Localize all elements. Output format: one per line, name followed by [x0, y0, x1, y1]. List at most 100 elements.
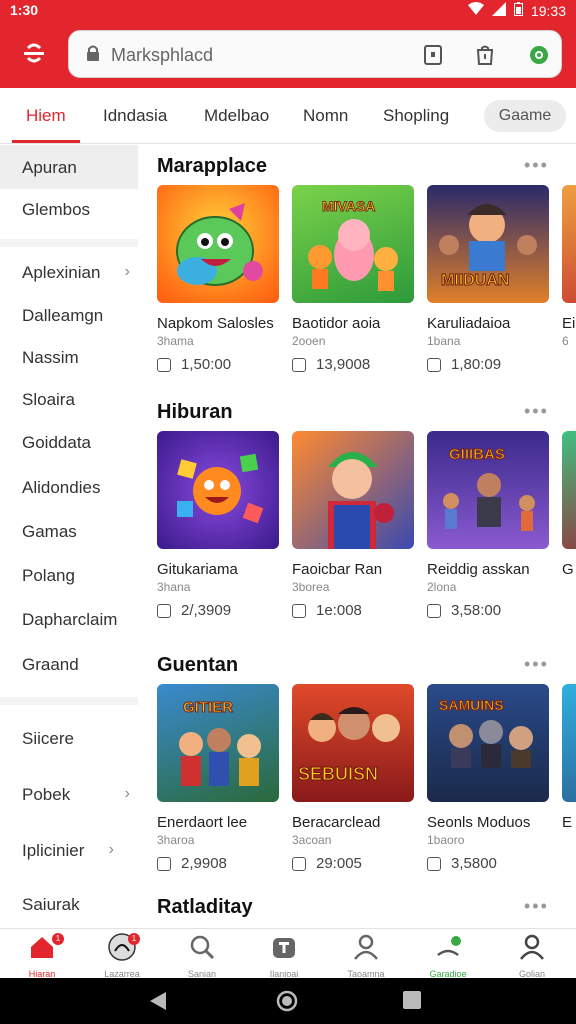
sidebar-item-apuran[interactable]: Apuran: [22, 158, 77, 178]
settings-gear-icon[interactable]: [527, 43, 551, 67]
more-dots-icon[interactable]: •••: [524, 654, 549, 675]
recents-icon[interactable]: [402, 990, 422, 1010]
sidebar-item-nassim[interactable]: Nassim: [22, 348, 79, 368]
tab-home[interactable]: Hiem: [26, 106, 66, 126]
price-tag-icon: [292, 856, 306, 871]
nav-search[interactable]: Sanian: [166, 933, 238, 979]
more-dots-icon[interactable]: •••: [524, 155, 549, 176]
bottom-navigation: 1 Hiaran 1 Lazarrea Sanian Ilanioai Taoa…: [0, 928, 576, 979]
nav-profile[interactable]: 1 Lazarrea: [86, 933, 158, 979]
product-seller: 1bana: [427, 334, 461, 348]
product-card[interactable]: Ei 6: [562, 185, 576, 348]
back-menu-button[interactable]: [14, 38, 54, 72]
product-seller: 1baoro: [427, 833, 465, 847]
tab-indonesia[interactable]: Idndasia: [103, 106, 167, 126]
notification-badge: 1: [128, 933, 140, 945]
product-seller: 3acoan: [292, 833, 332, 847]
price-value: 2/,3909: [181, 602, 232, 619]
tab-mdelbao[interactable]: Mdelbao: [204, 106, 269, 126]
sidebar-item-siicere[interactable]: Siicere: [22, 729, 74, 749]
back-icon[interactable]: [148, 990, 168, 1012]
lock-icon: [87, 45, 99, 61]
nav-bag[interactable]: Ilanioai: [248, 933, 320, 979]
game-thumbnail: GITIER: [157, 684, 279, 802]
product-card[interactable]: E: [562, 684, 576, 831]
sidebar-item-goiddata[interactable]: Goiddata: [22, 433, 91, 453]
sidebar-item-aplexinian[interactable]: Aplexinian: [22, 263, 100, 283]
game-thumbnail: GIIIBAS: [427, 431, 549, 549]
bag-icon: [273, 938, 295, 958]
battery-icon: [513, 2, 523, 19]
nav-account[interactable]: Golian: [496, 933, 568, 979]
product-price: 13,9008: [292, 356, 414, 373]
more-dots-icon[interactable]: •••: [524, 896, 549, 917]
product-card[interactable]: Faoicbar Ran 3borea 1e:008: [292, 431, 414, 619]
menu-arrow-icon: [24, 43, 44, 63]
game-thumbnail: [157, 185, 279, 303]
chat-icon: [437, 936, 461, 957]
product-card[interactable]: SAMUINS Seonls Moduos 1baoro 3,5800: [427, 684, 549, 872]
scan-icon[interactable]: [421, 43, 445, 67]
sidebar-item-alidondies[interactable]: Alidondies: [22, 478, 100, 498]
product-price: 1,50:00: [157, 356, 279, 373]
price-tag-icon: [427, 357, 441, 372]
tab-nomn[interactable]: Nomn: [303, 106, 348, 126]
category-tabs: Hiem Idndasia Mdelbao Nomn Shopling Gaam…: [0, 88, 576, 144]
product-card[interactable]: G: [562, 431, 576, 578]
nav-chat[interactable]: Garadioe: [412, 933, 484, 979]
price-tag-icon: [157, 856, 171, 871]
sidebar-item-polang[interactable]: Polang: [22, 566, 75, 586]
price-tag-icon: [157, 603, 171, 618]
home-circle-icon[interactable]: [276, 990, 298, 1012]
tab-shopping[interactable]: Shopling: [383, 106, 449, 126]
sidebar-item-glembos[interactable]: Glembos: [22, 200, 90, 220]
game-thumbnail: [562, 185, 576, 303]
product-name: Enerdaort lee: [157, 814, 248, 831]
product-card[interactable]: GITIER Enerdaort lee 3haroa 2,9908: [157, 684, 279, 872]
search-bar[interactable]: [68, 30, 562, 78]
product-card[interactable]: SEBUISN Beracarclead 3acoan 29:005: [292, 684, 414, 872]
nav-home[interactable]: 1 Hiaran: [6, 933, 78, 979]
product-card[interactable]: Napkom Salosles 3hama 1,50:00: [157, 185, 279, 373]
product-price: 29:005: [292, 855, 414, 872]
sidebar-item-gamas[interactable]: Gamas: [22, 522, 77, 542]
sidebar-item-graand[interactable]: Graand: [22, 655, 79, 675]
price-value: 1,80:09: [451, 356, 502, 373]
sidebar-item-sloaira[interactable]: Sloaira: [22, 390, 75, 410]
game-thumbnail: [562, 684, 576, 802]
product-card[interactable]: MIIDUAN Karuliadaioa 1bana 1,80:09: [427, 185, 549, 373]
sidebar-item-saiurak[interactable]: Saiurak: [22, 895, 80, 915]
search-input[interactable]: [111, 41, 411, 69]
sidebar-group-3: Siicere Pobek › Iplicinier › Saiurak: [0, 705, 138, 928]
product-price: 3,58:00: [427, 602, 549, 619]
price-tag-icon: [292, 357, 306, 372]
product-name: Ei: [562, 315, 576, 332]
sidebar-item-dapharclaim[interactable]: Dapharclaim: [22, 610, 117, 630]
product-name: Beracarclead: [292, 814, 381, 831]
sidebar-item-pobek[interactable]: Pobek: [22, 785, 70, 805]
sidebar-item-dalleamgn[interactable]: Dalleamgn: [22, 306, 103, 326]
product-card[interactable]: MIVASA Baotidor aoia 2ooen 13,9008: [292, 185, 414, 373]
active-tab-indicator: [12, 140, 80, 143]
chevron-right-icon: ›: [124, 785, 130, 802]
product-card[interactable]: Gitukariama 3hana 2/,3909: [157, 431, 279, 619]
nav-person[interactable]: Taoamna: [330, 933, 402, 979]
product-card[interactable]: GIIIBAS Reiddig asskan 2lona 3,58:00: [427, 431, 549, 619]
more-dots-icon[interactable]: •••: [524, 401, 549, 422]
status-bar: 1:30 19:33: [0, 0, 576, 22]
thumb-title: GIIIBAS: [449, 446, 505, 463]
product-seller: 3borea: [292, 580, 330, 594]
price-tag-icon: [292, 603, 306, 618]
wifi-icon: [467, 2, 484, 19]
tab-game[interactable]: Gaame: [484, 100, 566, 132]
product-name: E: [562, 814, 573, 831]
thumb-title: MIVASA: [322, 198, 375, 214]
sidebar-item-iplicinier[interactable]: Iplicinier: [22, 841, 84, 861]
product-name: Baotidor aoia: [292, 315, 381, 332]
price-value: 29:005: [316, 855, 362, 872]
status-time: 1:30: [10, 2, 39, 18]
bag-icon[interactable]: [473, 43, 497, 67]
section-title: Ratladitay: [157, 896, 253, 918]
thumb-title: SEBUISN: [298, 764, 378, 784]
product-price: 3,5800: [427, 855, 549, 872]
